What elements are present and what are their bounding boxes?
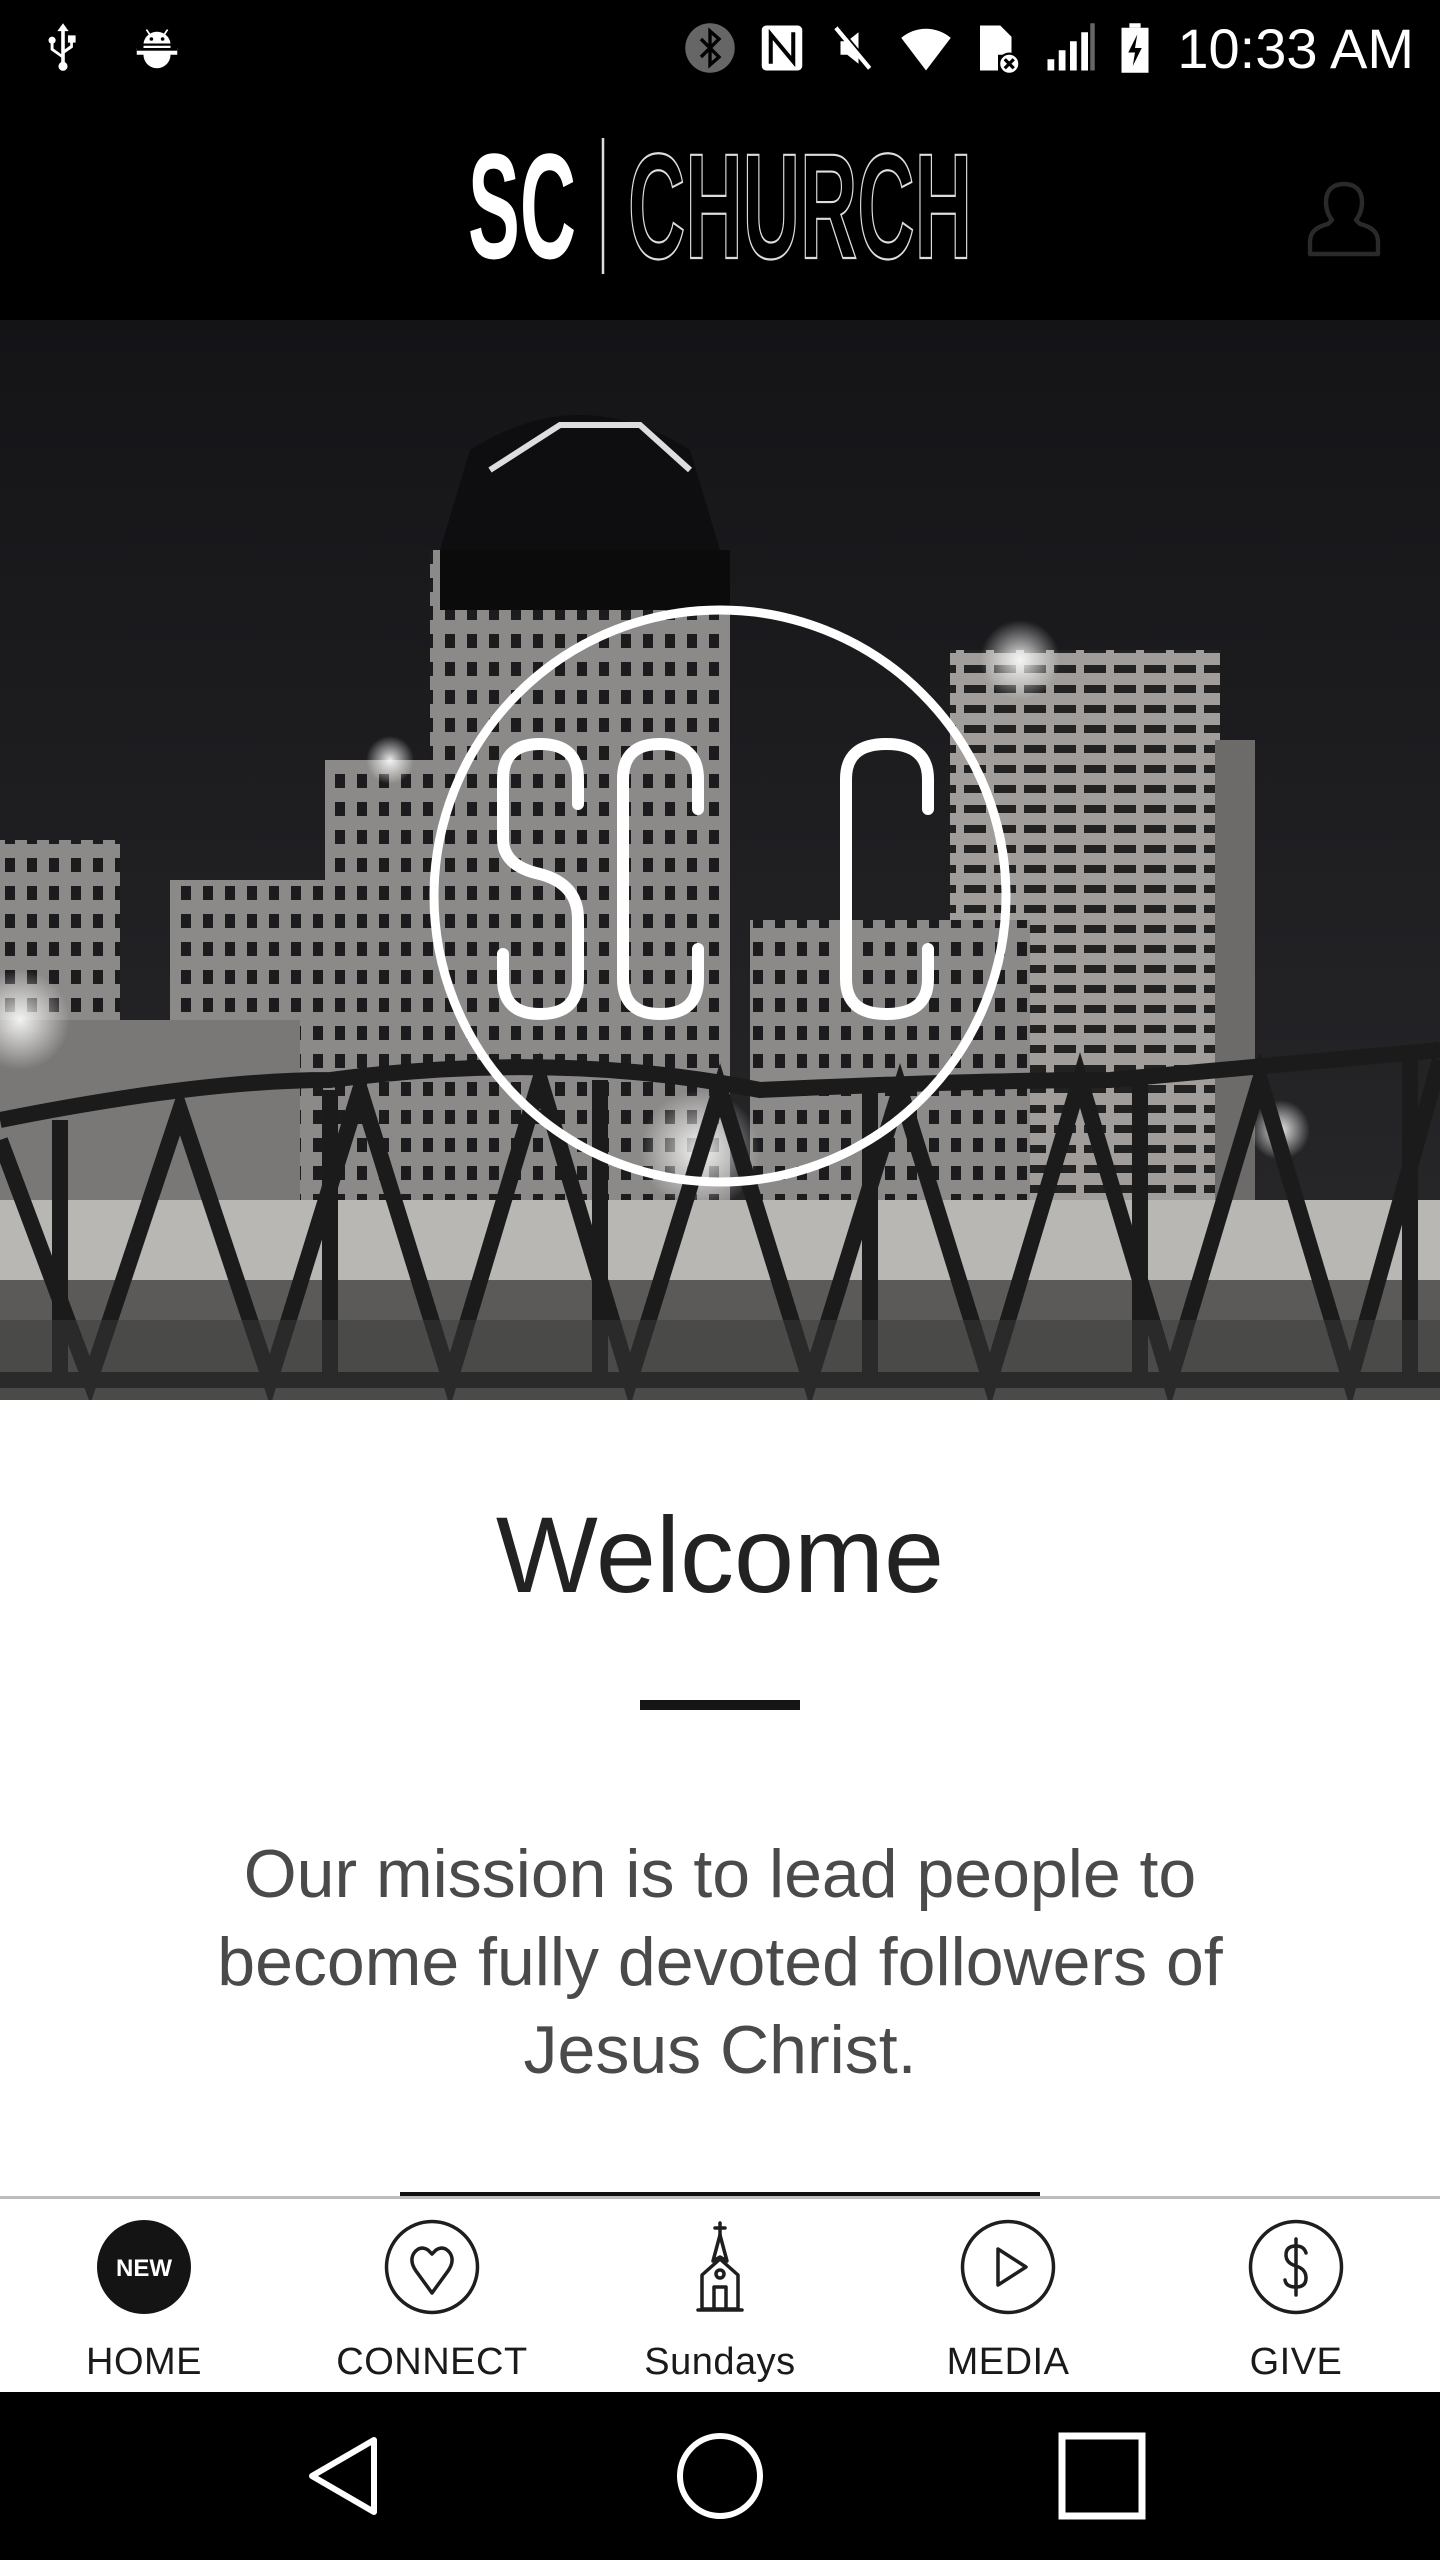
tab-give[interactable]: GIVE bbox=[1152, 2199, 1440, 2392]
system-navigation-bar bbox=[0, 2392, 1440, 2560]
play-icon bbox=[960, 2219, 1056, 2315]
new-badge-text: NEW bbox=[116, 2255, 172, 2282]
user-profile-icon[interactable] bbox=[1296, 168, 1392, 264]
usb-icon bbox=[36, 21, 90, 75]
tab-home-label: HOME bbox=[86, 2341, 202, 2383]
tab-sundays-label: Sundays bbox=[644, 2341, 796, 2383]
church-logo: SC CHURCH bbox=[466, 121, 976, 291]
mute-icon bbox=[827, 21, 881, 75]
app-header: SC CHURCH bbox=[0, 96, 1440, 320]
dollar-icon bbox=[1248, 2219, 1344, 2315]
scc-circle-logo: SCC bbox=[428, 604, 1012, 1188]
home-content: Welcome Our mission is to lead people to… bbox=[0, 1400, 1440, 2198]
hero-banner: SCC bbox=[0, 320, 1440, 1400]
tab-home[interactable]: NEW HOME bbox=[0, 2199, 288, 2392]
tab-media[interactable]: MEDIA bbox=[864, 2199, 1152, 2392]
church-icon bbox=[672, 2219, 768, 2315]
status-bar: 10:33 AM bbox=[0, 0, 1440, 96]
bluetooth-icon bbox=[683, 21, 737, 75]
wifi-icon bbox=[899, 21, 953, 75]
no-sim-icon bbox=[971, 21, 1025, 75]
status-left-icons bbox=[36, 0, 184, 96]
logo-outline-text: CHURCH bbox=[628, 136, 972, 276]
tab-connect-label: CONNECT bbox=[336, 2341, 528, 2383]
new-badge-icon: NEW bbox=[96, 2219, 192, 2315]
tab-give-label: GIVE bbox=[1249, 2341, 1343, 2383]
recents-icon[interactable] bbox=[1054, 2428, 1150, 2524]
back-icon[interactable] bbox=[294, 2428, 390, 2524]
heart-icon bbox=[384, 2219, 480, 2315]
status-right-icons: 10:33 AM bbox=[683, 0, 1414, 96]
welcome-title: Welcome bbox=[495, 1494, 945, 1615]
bottom-tab-bar: NEW HOME CONNECT Sundays MEDIA GIVE bbox=[0, 2196, 1440, 2392]
tab-media-label: MEDIA bbox=[946, 2341, 1070, 2383]
home-circle-icon[interactable] bbox=[672, 2428, 768, 2524]
tab-connect[interactable]: CONNECT bbox=[288, 2199, 576, 2392]
android-debug-icon bbox=[130, 21, 184, 75]
battery-charging-icon bbox=[1115, 21, 1155, 75]
logo-bold-text: SC bbox=[468, 136, 576, 276]
tab-sundays[interactable]: Sundays bbox=[576, 2199, 864, 2392]
clock: 10:33 AM bbox=[1177, 16, 1414, 80]
mission-statement: Our mission is to lead people to become … bbox=[217, 1836, 1223, 2088]
signal-icon bbox=[1043, 21, 1097, 75]
nfc-icon bbox=[755, 21, 809, 75]
title-divider bbox=[640, 1700, 800, 1710]
